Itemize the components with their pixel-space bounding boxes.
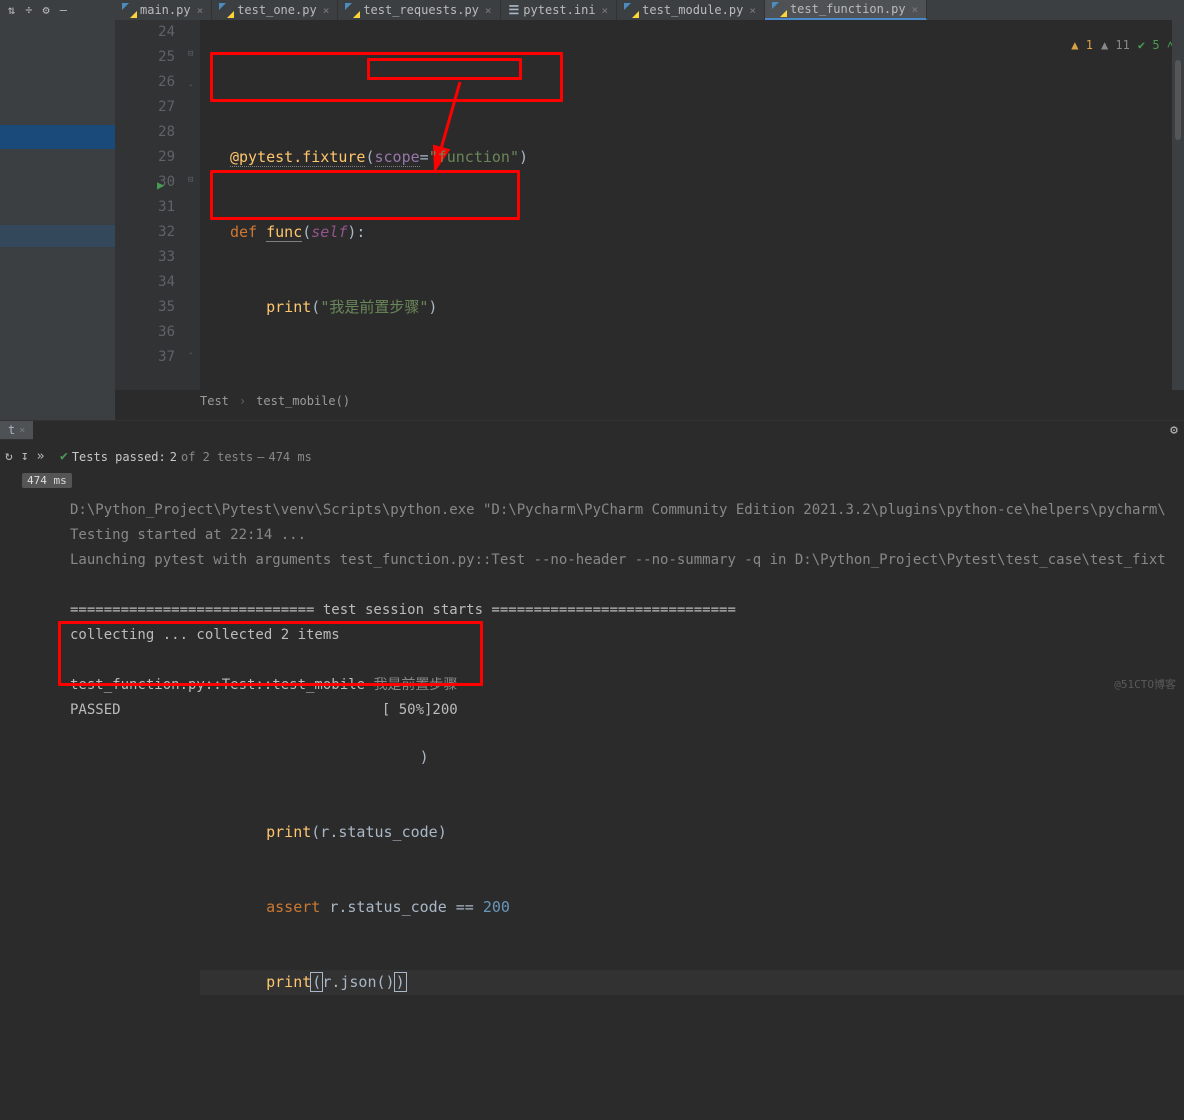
line-number: 28 xyxy=(115,120,175,145)
line-number: 26 xyxy=(115,70,175,95)
line-number: 35 xyxy=(115,295,175,320)
line-number: 34 xyxy=(115,270,175,295)
close-icon[interactable]: × xyxy=(19,425,25,436)
python-icon xyxy=(773,3,786,16)
tab-label: test_function.py xyxy=(790,2,906,16)
fold-icon[interactable]: ⊟ xyxy=(188,175,193,185)
line-number: 29 xyxy=(115,145,175,170)
project-tree-selection xyxy=(0,125,115,149)
tab-label: pytest.ini xyxy=(523,3,595,17)
python-icon xyxy=(220,4,233,17)
line-number: 31 xyxy=(115,195,175,220)
python-icon xyxy=(346,4,359,17)
tab-test-one[interactable]: test_one.py × xyxy=(212,0,338,20)
expand-icon[interactable]: » xyxy=(37,449,45,464)
decorator: @pytest.fixture xyxy=(230,148,365,167)
fold-icon[interactable]: ˬ xyxy=(188,77,193,87)
tab-label: main.py xyxy=(140,3,191,17)
close-icon[interactable]: × xyxy=(323,4,330,17)
line-number: 36 xyxy=(115,320,175,345)
tool-icon-b[interactable]: ÷ xyxy=(25,3,32,17)
console-output[interactable]: D:\Python_Project\Pytest\venv\Scripts\py… xyxy=(70,473,1184,696)
breadcrumb-item[interactable]: test_mobile() xyxy=(256,394,350,408)
console-line: Testing started at 22:14 ... xyxy=(70,527,306,543)
tab-pytest-ini[interactable]: ☰pytest.ini × xyxy=(501,0,618,20)
close-icon[interactable]: × xyxy=(749,4,756,17)
line-number: 33 xyxy=(115,245,175,270)
console-line: ============================= test sessi… xyxy=(70,602,736,618)
run-toolbar: ↻ ↧ » xyxy=(5,449,44,464)
tab-label: test_requests.py xyxy=(363,3,479,17)
project-tree[interactable] xyxy=(0,20,115,420)
tab-label: test_module.py xyxy=(642,3,743,17)
chevron-right-icon: › xyxy=(239,394,246,408)
collapse-icon[interactable]: — xyxy=(60,3,67,17)
tab-test-requests[interactable]: test_requests.py × xyxy=(338,0,500,20)
breadcrumb-item[interactable]: Test xyxy=(200,394,229,408)
fold-icon[interactable]: ˬ xyxy=(188,345,193,355)
run-tool-window: t × ⚙ ↻ ↧ » ✔ Tests passed: 2 of 2 tests… xyxy=(0,420,1184,696)
tool-icon-a[interactable]: ⇅ xyxy=(8,3,15,17)
console-line: test_function.py::Test::test_mobile xyxy=(70,677,373,693)
tab-test-function[interactable]: test_function.py × xyxy=(765,0,927,20)
console-line: D:\Python_Project\Pytest\venv\Scripts\py… xyxy=(70,502,1166,518)
close-icon[interactable]: × xyxy=(602,4,609,17)
ini-icon: ☰ xyxy=(509,3,520,18)
tab-label: test_one.py xyxy=(237,3,316,17)
gear-icon[interactable]: ⚙ xyxy=(42,3,49,17)
editor-vertical-scrollbar[interactable] xyxy=(1172,20,1184,390)
project-tree-selection-2 xyxy=(0,225,115,247)
run-tab[interactable]: t × xyxy=(0,421,33,440)
export-icon[interactable]: ↧ xyxy=(21,449,29,464)
line-number: 32 xyxy=(115,220,175,245)
history-icon[interactable]: ↻ xyxy=(5,449,13,464)
editor-tabs: main.py× test_one.py× test_requests.py× … xyxy=(115,0,1184,20)
fold-icon[interactable]: ⊟ xyxy=(188,49,193,59)
check-icon: ✔ xyxy=(60,449,68,464)
line-number: 27 xyxy=(115,95,175,120)
console-line: collecting ... collected 2 items xyxy=(70,627,340,643)
scrollbar-thumb[interactable] xyxy=(1175,60,1181,140)
close-icon[interactable]: × xyxy=(912,3,919,16)
tests-status: ✔ Tests passed: 2 of 2 tests – 474 ms xyxy=(60,449,312,464)
duration-badge: 474 ms xyxy=(22,473,72,488)
close-icon[interactable]: × xyxy=(485,4,492,17)
python-icon xyxy=(625,4,638,17)
tab-main-py[interactable]: main.py × xyxy=(115,0,212,20)
line-number: 30 xyxy=(115,170,175,195)
run-gutter-icon[interactable]: ▶ xyxy=(157,178,164,192)
console-line: Launching pytest with arguments test_fun… xyxy=(70,552,1166,568)
line-number-gutter[interactable]: 24 25 26 27 28 29 30 31 32 33 34 35 36 3… xyxy=(115,20,200,390)
watermark: @51CTO博客 xyxy=(1114,676,1176,692)
editor-breadcrumb[interactable]: Test › test_mobile() xyxy=(200,394,350,408)
python-icon xyxy=(123,4,136,17)
run-tab-label: t xyxy=(8,423,15,437)
code-area[interactable]: @pytest.fixture(scope="function") def fu… xyxy=(200,20,1184,390)
project-toolbar: ⇅ ÷ ⚙ — xyxy=(0,0,115,20)
line-number: 25 xyxy=(115,45,175,70)
console-line: PASSED [ 50%]200 xyxy=(70,702,458,718)
gear-icon[interactable]: ⚙ xyxy=(1170,423,1178,438)
line-number: 37 xyxy=(115,345,175,370)
tab-test-module[interactable]: test_module.py × xyxy=(617,0,765,20)
close-icon[interactable]: × xyxy=(197,4,204,17)
line-number: 24 xyxy=(115,20,175,45)
code-editor[interactable]: ▲ 1 ▲ 11 ✔ 5 ˄ 24 25 26 27 28 29 30 31 3… xyxy=(115,20,1184,390)
